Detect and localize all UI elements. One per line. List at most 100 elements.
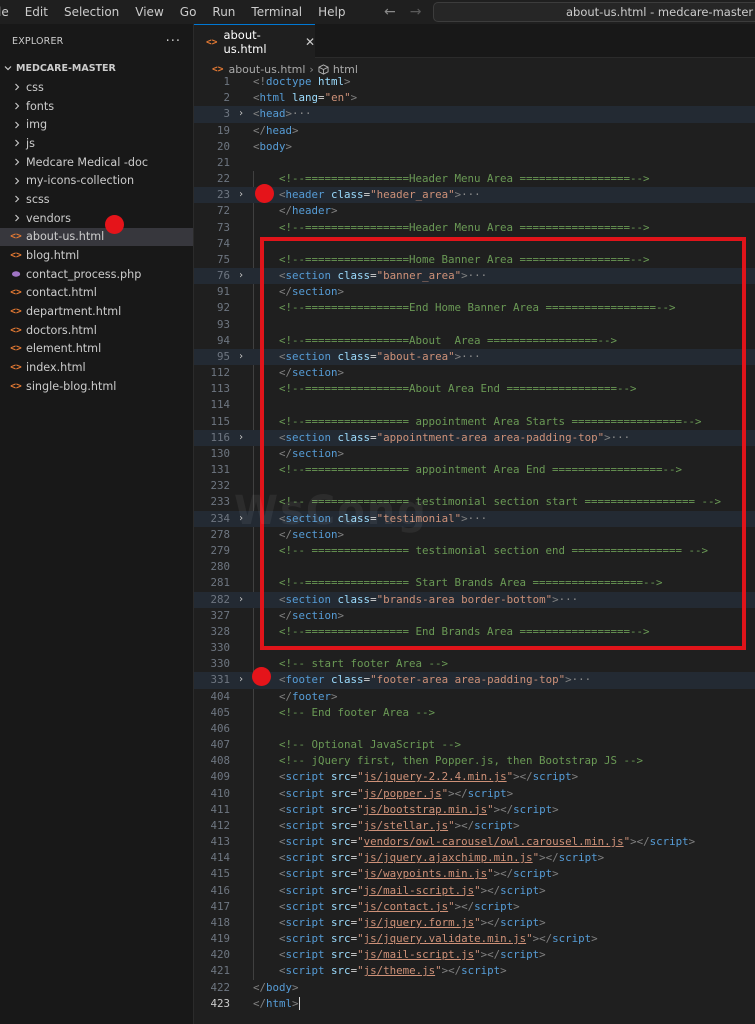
- folder-item[interactable]: css: [0, 78, 193, 97]
- code-token: script: [513, 802, 553, 816]
- code-token: src: [331, 899, 351, 913]
- code-token: </: [253, 996, 267, 1010]
- workspace-root[interactable]: MEDCARE-MASTER: [0, 58, 193, 78]
- html-file-icon: <>: [10, 362, 22, 374]
- fold-chevron-icon[interactable]: ›: [238, 268, 244, 284]
- line-number: 409: [210, 770, 230, 784]
- file-item[interactable]: <> element.html: [0, 340, 193, 359]
- file-item[interactable]: <> department.html: [0, 302, 193, 321]
- line-number: 411: [210, 802, 230, 816]
- code-line[interactable]: 417 <script src="js/contact.js"></script…: [194, 899, 755, 915]
- menu-item[interactable]: Run: [204, 0, 243, 24]
- code-token: ></: [513, 770, 533, 784]
- code-line[interactable]: 423 </html>: [194, 996, 755, 1012]
- php-file-icon: ⬬: [11, 268, 21, 280]
- code-line[interactable]: 406: [194, 721, 755, 737]
- menu-item[interactable]: View: [127, 0, 171, 24]
- folder-item[interactable]: fonts: [0, 97, 193, 116]
- menu-item[interactable]: Edit: [17, 0, 56, 24]
- code-line[interactable]: 414 <script src="js/jquery.ajaxchimp.min…: [194, 850, 755, 866]
- fold-chevron-icon[interactable]: ›: [238, 672, 244, 688]
- code-line[interactable]: 19 </head>: [194, 123, 755, 139]
- code-line[interactable]: 2 <html lang="en">: [194, 90, 755, 106]
- folder-item[interactable]: Medcare Medical -doc: [0, 153, 193, 172]
- folder-item[interactable]: vendors: [0, 209, 193, 228]
- code-line[interactable]: 1 <!doctype html>: [194, 74, 755, 90]
- code-line[interactable]: 73 <!--================Header Menu Area …: [194, 220, 755, 236]
- file-item[interactable]: <> contact.html: [0, 284, 193, 303]
- code-text: </html>: [253, 996, 300, 1012]
- code-token: >: [331, 204, 338, 218]
- code-line[interactable]: 331 › <footer class="footer-area area-pad…: [194, 672, 755, 689]
- code-line[interactable]: 422 </body>: [194, 980, 755, 996]
- folder-item[interactable]: img: [0, 115, 193, 134]
- file-item[interactable]: <> single-blog.html: [0, 377, 193, 396]
- fold-chevron-icon[interactable]: ›: [238, 187, 244, 203]
- code-line[interactable]: 20 <body>: [194, 139, 755, 155]
- file-item[interactable]: <> doctors.html: [0, 321, 193, 340]
- annotation-dot: [252, 667, 271, 686]
- menu-item[interactable]: le: [0, 0, 17, 24]
- code-text: <script src="vendors/owl-carousel/owl.ca…: [253, 834, 695, 850]
- menu-item[interactable]: Go: [172, 0, 205, 24]
- code-line[interactable]: 419 <script src="js/jquery.validate.min.…: [194, 931, 755, 947]
- html-file-icon: <>: [10, 324, 22, 336]
- code-line[interactable]: 410 <script src="js/popper.js"></script>: [194, 786, 755, 802]
- code-line[interactable]: 413 <script src="vendors/owl-carousel/ow…: [194, 834, 755, 850]
- code-line[interactable]: 421 <script src="js/theme.js"></script>: [194, 963, 755, 979]
- code-line[interactable]: 416 <script src="js/mail-script.js"></sc…: [194, 883, 755, 899]
- code-line[interactable]: 405 <!-- End footer Area -->: [194, 705, 755, 721]
- code-token: script: [285, 932, 332, 946]
- html-file-icon: <>: [212, 63, 224, 75]
- code-token: footer: [292, 689, 332, 703]
- file-item[interactable]: <> index.html: [0, 358, 193, 377]
- code-line[interactable]: 404 </footer>: [194, 689, 755, 705]
- fold-chevron-icon[interactable]: ›: [238, 430, 244, 446]
- line-number: 281: [210, 576, 230, 590]
- menu-item[interactable]: Selection: [56, 0, 127, 24]
- code-line[interactable]: 72 </header>: [194, 203, 755, 219]
- code-line[interactable]: 412 <script src="js/stellar.js"></script…: [194, 818, 755, 834]
- folder-item[interactable]: scss: [0, 190, 193, 209]
- fold-chevron-icon[interactable]: ›: [238, 592, 244, 608]
- line-number: 1: [223, 75, 230, 88]
- code-line[interactable]: 411 <script src="js/bootstrap.min.js"></…: [194, 802, 755, 818]
- code-token: script: [461, 964, 501, 978]
- code-token: class: [331, 673, 364, 687]
- code-text: <body>: [253, 139, 292, 155]
- code-line[interactable]: 420 <script src="js/mail-script.js"></sc…: [194, 947, 755, 963]
- line-number: 93: [216, 317, 230, 331]
- folder-item[interactable]: my-icons-collection: [0, 171, 193, 190]
- code-line[interactable]: 330 <!-- start footer Area -->: [194, 656, 755, 672]
- file-item[interactable]: <> blog.html: [0, 246, 193, 265]
- menu-item[interactable]: Terminal: [243, 0, 310, 24]
- file-item[interactable]: <> about-us.html: [0, 227, 193, 247]
- code-line[interactable]: 23 › <header class="header_area">···: [194, 187, 755, 204]
- fold-chevron-icon[interactable]: ›: [238, 106, 244, 122]
- code-line[interactable]: 21: [194, 155, 755, 171]
- code-line[interactable]: 407 <!-- Optional JavaScript -->: [194, 737, 755, 753]
- more-actions-icon[interactable]: ···: [166, 34, 181, 49]
- html-file-icon: <>: [10, 380, 22, 392]
- file-tree: css fonts img js Medcare Medical -doc my-icon…: [0, 78, 193, 396]
- forward-arrow-icon[interactable]: →: [410, 4, 422, 20]
- line-number: 416: [210, 883, 230, 897]
- code-token: <!--================Header Menu Area ===…: [253, 172, 650, 186]
- file-item[interactable]: ⬬ contact_process.php: [0, 265, 193, 284]
- menu-item[interactable]: Help: [310, 0, 353, 24]
- code-line[interactable]: 418 <script src="js/jquery.form.js"></sc…: [194, 915, 755, 931]
- code-token: js/mail-script.js: [363, 883, 475, 897]
- code-token: js/waypoints.min.js: [363, 867, 488, 881]
- close-icon[interactable]: ✕: [305, 35, 315, 49]
- folder-item[interactable]: js: [0, 134, 193, 153]
- tab-about-us[interactable]: <> about-us.html ✕: [194, 24, 315, 59]
- code-line[interactable]: 409 <script src="js/jquery-2.2.4.min.js"…: [194, 769, 755, 785]
- code-line[interactable]: 22 <!--================Header Menu Area …: [194, 171, 755, 187]
- code-line[interactable]: 415 <script src="js/waypoints.min.js"></…: [194, 866, 755, 882]
- fold-chevron-icon[interactable]: ›: [238, 349, 244, 365]
- code-token: >: [292, 980, 299, 994]
- back-arrow-icon[interactable]: ←: [384, 4, 396, 20]
- command-center[interactable]: about-us.html - medcare-master - Visu: [433, 2, 755, 22]
- code-line[interactable]: 408 <!-- jQuery first, then Popper.js, t…: [194, 753, 755, 769]
- code-line[interactable]: 3 › <head>···: [194, 106, 755, 123]
